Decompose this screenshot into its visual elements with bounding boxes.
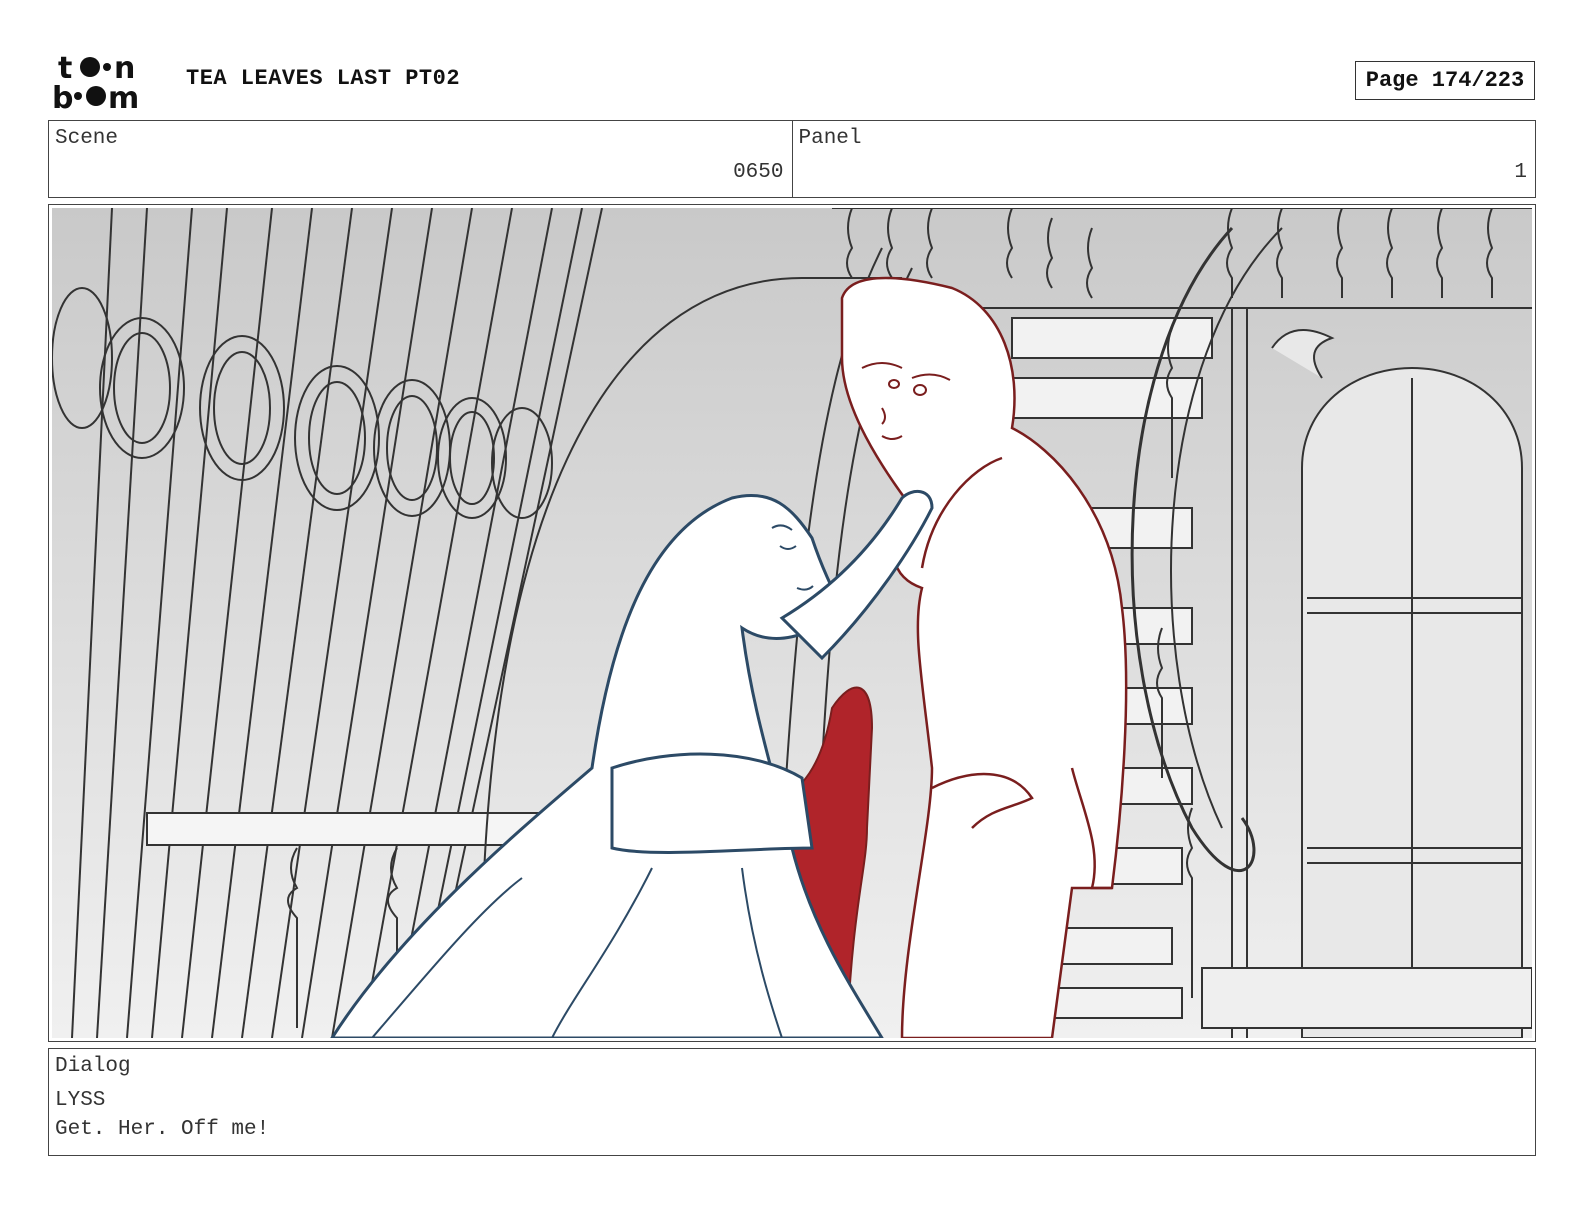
dialog-box: Dialog LYSS Get. Her. Off me! bbox=[48, 1048, 1536, 1156]
dialog-speaker: LYSS bbox=[55, 1089, 106, 1112]
panel-cell: Panel 1 bbox=[791, 121, 1536, 197]
svg-text:b: b bbox=[52, 81, 73, 112]
storyboard-panel bbox=[48, 204, 1536, 1042]
storyboard-sketch bbox=[52, 208, 1532, 1038]
panel-number: 1 bbox=[1514, 161, 1527, 184]
scene-label: Scene bbox=[55, 127, 119, 150]
scene-panel-row: Scene 0650 Panel 1 bbox=[48, 120, 1536, 198]
scene-cell: Scene 0650 bbox=[49, 121, 792, 197]
toonboom-logo: t n b m bbox=[50, 48, 164, 116]
scene-number: 0650 bbox=[733, 161, 784, 184]
dialog-line: Get. Her. Off me! bbox=[55, 1118, 270, 1141]
svg-text:m: m bbox=[108, 81, 139, 112]
panel-label: Panel bbox=[798, 127, 862, 150]
dialog-label: Dialog bbox=[55, 1055, 131, 1078]
page-indicator: Page 174/223 bbox=[1355, 61, 1535, 100]
project-title: TEA LEAVES LAST PT02 bbox=[186, 66, 461, 91]
